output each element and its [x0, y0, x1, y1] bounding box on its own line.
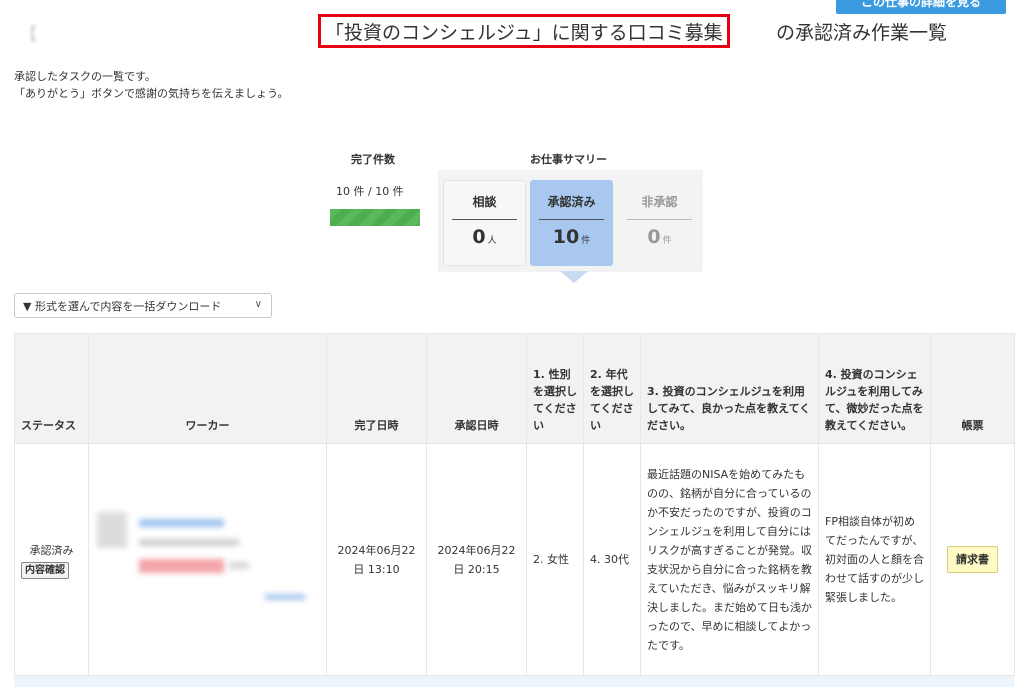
- page-title-job-name: 「投資のコンシェルジュ」に関する口コミ募集: [325, 21, 723, 44]
- blurred-worker-extra: [229, 562, 249, 569]
- highlighted-title-box: 「投資のコンシェルジュ」に関する口コミ募集: [318, 14, 730, 48]
- blurred-title-prefix: 【: [20, 25, 37, 45]
- invoice-button[interactable]: 請求書: [947, 546, 998, 573]
- description-line-1: 承認したタスクの一覧です。: [14, 70, 156, 83]
- status-cell: 承認済み 内容確認: [14, 443, 89, 676]
- completion-progress-bar: [330, 209, 420, 226]
- page-title-suffix: の承認済み作業一覧: [776, 22, 948, 44]
- invoice-cell: 請求書: [930, 443, 1015, 676]
- header-q1-gender: 1. 性別を選択してください: [526, 333, 584, 444]
- header-invoice: 帳票: [930, 333, 1015, 444]
- header-approved-at: 承認日時: [426, 333, 527, 444]
- table-row: 承認済み 内容確認 2024年06月22日 13:10 2024年06月22日 …: [14, 443, 1015, 676]
- q4-answer-cell: FP相談自体が初めてだったんですが、初対面の人と顏を合わせて話すのが少し緊張しま…: [818, 443, 931, 676]
- avatar: [97, 512, 127, 548]
- blurred-worker-name: [139, 519, 224, 527]
- q3-answer-cell: 最近話題のNISAを始めてみたものの、銘柄が自分に合っているのか不安だったのです…: [640, 443, 819, 676]
- blurred-worker-info: [89, 444, 326, 675]
- q1-answer-cell: 2. 女性: [526, 443, 584, 676]
- table-header-row: ステータス ワーカー 完了日時 承認日時 1. 性別を選択してください 2. 年…: [14, 333, 1015, 444]
- card-count: 0件: [647, 226, 672, 248]
- active-card-pointer: [560, 271, 588, 283]
- status-text: 承認済み: [29, 543, 74, 557]
- q2-answer-cell: 4. 30代: [583, 443, 641, 676]
- page-description: 承認したタスクの一覧です。 「ありがとう」ボタンで感謝の気持ちを伝えましょう。: [14, 68, 288, 102]
- card-count: 0人: [472, 226, 497, 248]
- chevron-down-icon: ∨: [254, 299, 262, 310]
- work-summary-label: お仕事サマリー: [530, 153, 607, 166]
- header-q4-bad-points: 4. 投資のコンシェルジュを利用してみて、微妙だった点を教えてください。: [818, 333, 931, 444]
- card-label: 相談: [472, 195, 497, 209]
- header-q2-age: 2. 年代を選択してください: [583, 333, 641, 444]
- page-title-row: 【 「投資のコンシェルジュ」に関する口コミ募集 の承認済み作業一覧 この仕事の詳…: [0, 0, 1024, 60]
- view-job-details-button[interactable]: この仕事の詳細を見る: [836, 0, 1006, 14]
- header-worker: ワーカー: [88, 333, 327, 444]
- consultation-card[interactable]: 相談 0人: [443, 180, 526, 266]
- worker-cell: [88, 443, 327, 676]
- completed-at-cell: 2024年06月22日 13:10: [326, 443, 427, 676]
- card-label: 承認済み: [547, 195, 596, 209]
- completed-count-text: 10 件 / 10 件: [336, 185, 404, 198]
- work-summary-panel: 相談 0人 承認済み 10 件 非承認 0件: [438, 170, 703, 272]
- content-check-badge[interactable]: 内容確認: [21, 561, 69, 579]
- blurred-worker-link[interactable]: [265, 594, 305, 600]
- card-count: 10 件: [552, 226, 591, 248]
- blurred-worker-detail: [139, 539, 239, 546]
- description-line-2: 「ありがとう」ボタンで感謝の気持ちを伝えましょう。: [14, 87, 289, 100]
- bulk-download-label: ▼ 形式を選んで内容を一括ダウンロード: [23, 299, 222, 313]
- card-divider: [627, 219, 692, 220]
- rejected-card[interactable]: 非承認 0件: [618, 180, 701, 266]
- approved-tasks-table: ステータス ワーカー 完了日時 承認日時 1. 性別を選択してください 2. 年…: [14, 333, 1015, 676]
- header-q3-good-points: 3. 投資のコンシェルジュを利用してみて、良かった点を教えてください。: [640, 333, 819, 444]
- completed-count-label: 完了件数: [351, 153, 395, 166]
- bulk-download-select[interactable]: ▼ 形式を選んで内容を一括ダウンロード ∨: [14, 293, 272, 318]
- blurred-worker-badge: [139, 559, 224, 573]
- approved-card[interactable]: 承認済み 10 件: [530, 180, 613, 266]
- header-completed-at: 完了日時: [326, 333, 427, 444]
- approved-at-cell: 2024年06月22日 20:15: [426, 443, 527, 676]
- card-divider: [539, 219, 604, 220]
- header-status: ステータス: [14, 333, 89, 444]
- card-label: 非承認: [641, 195, 678, 209]
- card-divider: [452, 219, 517, 220]
- table-row-partial: [14, 675, 1014, 687]
- approved-tasks-page: 【 「投資のコンシェルジュ」に関する口コミ募集 の承認済み作業一覧 この仕事の詳…: [0, 0, 1024, 687]
